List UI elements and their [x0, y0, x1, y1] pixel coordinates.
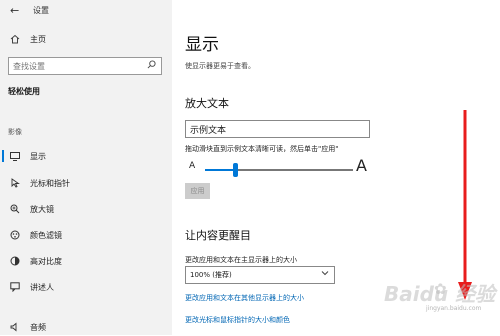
- sidebar-item-magnifier[interactable]: 放大镜: [0, 200, 172, 218]
- home-icon: [8, 34, 22, 44]
- search-box[interactable]: [8, 57, 162, 75]
- slider-description: 拖动滑块直到示例文本清晰可读，然后单击"应用": [185, 145, 339, 153]
- link-cursor-size[interactable]: 更改光标和鼠标指针的大小和颜色: [185, 315, 290, 325]
- section-title: 轻松使用: [8, 87, 40, 96]
- sidebar-item-color-filter[interactable]: 颜色滤镜: [0, 226, 172, 244]
- link-other-displays[interactable]: 更改应用和文本在其他显示器上的大小: [185, 293, 304, 303]
- sidebar-item-narrator[interactable]: 讲述人: [0, 278, 172, 296]
- scale-dropdown-value: 100% (推荐): [190, 271, 232, 279]
- watermark: Baidu 经验: [384, 282, 496, 306]
- sidebar-item-label: 光标和指针: [30, 178, 70, 188]
- sidebar-item-label: 放大镜: [30, 204, 54, 214]
- back-arrow-icon[interactable]: ←: [10, 4, 19, 17]
- sidebar-item-label: 音频: [30, 322, 46, 332]
- magnifier-icon: [8, 204, 22, 214]
- cursor-icon: [8, 178, 22, 188]
- sidebar-item-high-contrast[interactable]: 高对比度: [0, 252, 172, 270]
- highlight-heading: 让内容更醒目: [185, 229, 251, 242]
- sample-text-preview: 示例文本: [185, 120, 370, 138]
- sidebar-item-cursor[interactable]: 光标和指针: [0, 174, 172, 192]
- audio-icon: [8, 322, 22, 332]
- zoom-text-heading: 放大文本: [185, 97, 229, 110]
- sidebar-item-label: 主页: [30, 34, 46, 44]
- slider-thumb[interactable]: [233, 163, 238, 177]
- sidebar-item-display[interactable]: 显示: [0, 147, 172, 165]
- sidebar-item-label: 高对比度: [30, 256, 62, 266]
- chevron-down-icon: [321, 269, 329, 278]
- app-title: 设置: [33, 6, 49, 15]
- sidebar-item-label: 显示: [30, 151, 46, 161]
- text-size-slider[interactable]: [205, 163, 353, 177]
- monitor-icon: [8, 151, 22, 161]
- search-icon[interactable]: [147, 60, 156, 72]
- page-subtitle: 使显示器更易于查看。: [185, 62, 255, 70]
- contrast-icon: [8, 256, 22, 266]
- narrator-icon: [8, 282, 22, 292]
- search-input[interactable]: [9, 61, 145, 71]
- slider-fill: [205, 169, 235, 171]
- red-arrow-annotation: [458, 110, 472, 300]
- sidebar: ← 设置 主页 轻松使用 影像 显示 光标和指针 放大镜: [0, 0, 172, 335]
- color-filter-icon: [8, 230, 22, 240]
- title-bar: ← 设置: [0, 0, 172, 22]
- scale-dropdown[interactable]: 100% (推荐): [185, 266, 335, 284]
- sidebar-item-home[interactable]: 主页: [0, 30, 172, 48]
- watermark-url: jingyan.baidu.com: [426, 305, 482, 312]
- group-label: 影像: [8, 128, 22, 136]
- page-title: 显示: [185, 35, 219, 55]
- sidebar-item-audio[interactable]: 音频: [0, 318, 172, 336]
- scale-description: 更改应用和文本在主显示器上的大小: [185, 256, 297, 264]
- sidebar-item-label: 讲述人: [30, 282, 54, 292]
- slider-max-label: A: [356, 156, 367, 175]
- slider-min-label: A: [189, 161, 196, 171]
- apply-button[interactable]: 应用: [185, 183, 210, 199]
- sidebar-item-label: 颜色滤镜: [30, 230, 62, 240]
